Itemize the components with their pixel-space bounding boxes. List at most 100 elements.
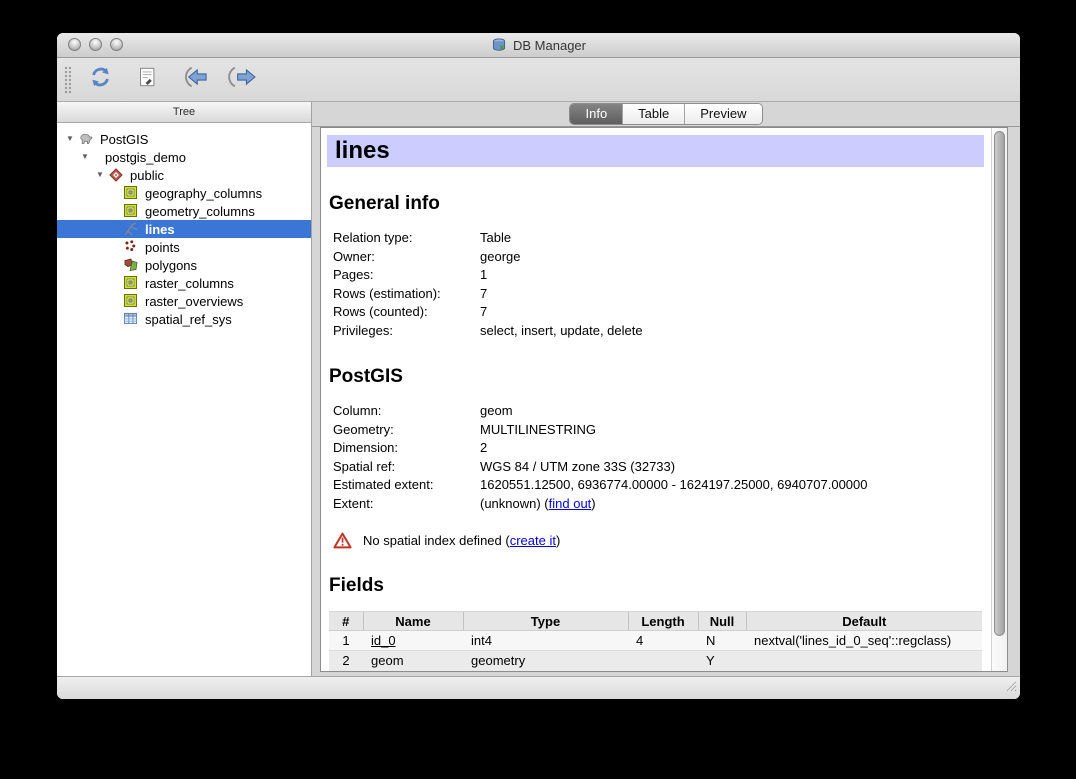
line-layer-icon <box>123 221 139 237</box>
minimize-button[interactable] <box>89 38 102 51</box>
fields-col-type: Type <box>463 612 628 631</box>
find-out-extent-link[interactable]: find out <box>549 496 592 511</box>
content-outer: lines General info Relation type:TableOw… <box>320 127 1008 672</box>
status-bar <box>57 676 1020 699</box>
field-cell-length: 4 <box>628 631 698 651</box>
postgis-heading: PostGIS <box>329 366 984 388</box>
tree-item-label: polygons <box>145 258 197 273</box>
tree-item-geometry_columns[interactable]: geometry_columns <box>57 202 311 220</box>
toolbar <box>57 58 1020 102</box>
traffic-lights <box>68 38 123 51</box>
db-manager-app-icon <box>491 37 507 53</box>
info-value: 7 <box>480 285 984 304</box>
info-label: Column: <box>333 402 480 421</box>
tree-item-raster_overviews[interactable]: raster_overviews <box>57 292 311 310</box>
tree-panel: Tree ▼ PostGIS▼postgis_demo▼public geograp… <box>57 102 312 676</box>
resize-grip-icon[interactable] <box>1004 679 1017 697</box>
info-label: Estimated extent: <box>333 476 480 495</box>
tree-item-label: points <box>145 240 180 255</box>
fields-col-name: Name <box>363 612 463 631</box>
tree-item-polygons[interactable]: polygons <box>57 256 311 274</box>
info-table-preview-tabs: InfoTablePreview <box>569 103 762 125</box>
postgis-elephant-icon <box>78 131 94 147</box>
warning-icon <box>333 532 352 549</box>
vertical-scrollbar[interactable] <box>991 128 1007 671</box>
db-tree: ▼ PostGIS▼postgis_demo▼public geography_co… <box>57 123 311 676</box>
tree-item-spatial_ref_sys[interactable]: spatial_ref_sys <box>57 310 311 328</box>
tree-item-public[interactable]: ▼public <box>57 166 311 184</box>
window-title-text: DB Manager <box>513 38 586 53</box>
fields-col-length: Length <box>628 612 698 631</box>
field-cell-null: N <box>698 631 746 651</box>
info-value: 2 <box>480 439 984 458</box>
expand-arrow-icon[interactable]: ▼ <box>77 148 93 166</box>
create-spatial-index-link[interactable]: create it <box>510 533 556 548</box>
warning-text: No spatial index defined (create it) <box>363 533 560 548</box>
db-manager-window: DB Manager Tree ▼PostGIS▼postgis_demo▼pu… <box>57 33 1020 699</box>
info-label: Geometry: <box>333 421 480 440</box>
tree-item-postgis_demo[interactable]: ▼postgis_demo <box>57 148 311 166</box>
field-cell-num: 2 <box>329 651 363 672</box>
expand-arrow-icon[interactable]: ▼ <box>62 130 78 148</box>
export-to-file-button[interactable] <box>223 63 259 97</box>
tree-panel-header: Tree <box>57 102 311 123</box>
tree-item-PostGIS[interactable]: ▼ PostGIS <box>57 130 311 148</box>
info-label: Privileges: <box>333 322 480 341</box>
field-row-id_0: 1id_0int44Nnextval('lines_id_0_seq'::reg… <box>329 631 982 651</box>
tree-item-label: geography_columns <box>145 186 262 201</box>
refresh-button[interactable] <box>82 63 118 97</box>
table-green-icon <box>123 275 139 291</box>
tree-item-raster_columns[interactable]: raster_columns <box>57 274 311 292</box>
tree-item-label: spatial_ref_sys <box>145 312 232 327</box>
tab-table[interactable]: Table <box>622 104 684 124</box>
tab-preview[interactable]: Preview <box>684 104 761 124</box>
info-value: geom <box>480 402 984 421</box>
postgis-rows: Column:geomGeometry:MULTILINESTRINGDimen… <box>333 402 984 513</box>
close-button[interactable] <box>68 38 81 51</box>
info-value: MULTILINESTRING <box>480 421 984 440</box>
window-title: DB Manager <box>491 37 586 53</box>
expand-arrow-icon[interactable]: ▼ <box>92 166 108 184</box>
toolbar-drag-handle[interactable] <box>64 66 71 94</box>
zoom-button[interactable] <box>110 38 123 51</box>
info-label: Extent: <box>333 495 480 514</box>
field-row-geom: 2geomgeometry (MultiLineString,32733)Y <box>329 651 982 672</box>
tree-item-label: PostGIS <box>100 132 148 147</box>
info-value: 1620551.12500, 6936774.00000 - 1624197.2… <box>480 476 984 495</box>
spatial-index-warning: No spatial index defined (create it) <box>333 532 984 549</box>
info-value: george <box>480 248 984 267</box>
info-label: Dimension: <box>333 439 480 458</box>
field-cell-default: nextval('lines_id_0_seq'::regclass) <box>746 631 982 651</box>
info-label: Relation type: <box>333 229 480 248</box>
tree-item-points[interactable]: points <box>57 238 311 256</box>
sql-window-button[interactable] <box>129 63 165 97</box>
tab-info[interactable]: Info <box>570 104 622 124</box>
fields-col-null: Null <box>698 612 746 631</box>
tree-item-geography_columns[interactable]: geography_columns <box>57 184 311 202</box>
main-split: Tree ▼PostGIS▼postgis_demo▼publicgeograp… <box>57 102 1020 676</box>
field-cell-name: id_0 <box>363 631 463 651</box>
fields-col-default: Default <box>746 612 982 631</box>
general-info-heading: General info <box>329 193 984 215</box>
general-info-rows: Relation type:TableOwner:georgePages:1Ro… <box>333 229 984 340</box>
primary-key-field: id_0 <box>371 633 396 648</box>
info-value: 1 <box>480 266 984 285</box>
table-title-band: lines <box>327 135 984 167</box>
import-layer-button[interactable] <box>176 63 212 97</box>
table-green-icon <box>123 293 139 309</box>
schema-diamond-icon <box>108 167 124 183</box>
title-bar[interactable]: DB Manager <box>57 33 1020 58</box>
scrollbar-thumb[interactable] <box>994 131 1005 636</box>
sql-window-icon <box>136 65 158 94</box>
fields-col-num: # <box>329 612 363 631</box>
field-cell-null: Y <box>698 651 746 672</box>
refresh-icon <box>87 64 114 95</box>
field-cell-length <box>628 651 698 672</box>
export-arrow-icon <box>226 66 257 93</box>
table-green-icon <box>123 203 139 219</box>
field-cell-type: geometry (MultiLineString,32733) <box>463 651 628 672</box>
table-green-icon <box>123 185 139 201</box>
table-blue-icon <box>123 311 139 327</box>
info-label: Spatial ref: <box>333 458 480 477</box>
tree-item-lines[interactable]: lines <box>57 220 311 238</box>
